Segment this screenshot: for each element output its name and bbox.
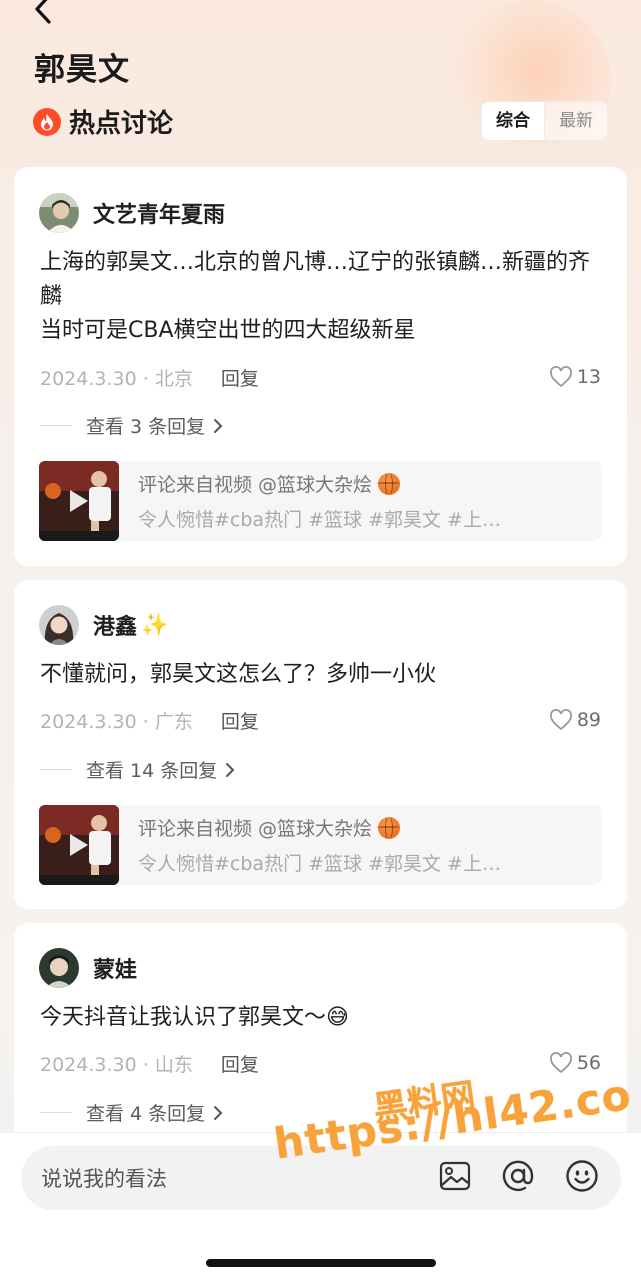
comment-text: 今天抖音让我认识了郭昊文～ [40, 1005, 327, 1030]
divider [40, 769, 72, 770]
like-count: 89 [576, 709, 601, 731]
section-title: 热点讨论 [69, 109, 174, 139]
avatar[interactable] [39, 193, 79, 233]
username[interactable]: 港鑫 [93, 609, 137, 641]
comment-user[interactable]: 港鑫 ✨ [39, 605, 168, 645]
video-tags: 令人惋惜#cba热门 #篮球 #郭昊文 #上… [138, 853, 501, 875]
view-replies-button[interactable]: 查看 4 条回复 [40, 1099, 225, 1126]
username[interactable]: 文艺青年夏雨 [93, 197, 225, 229]
video-source: 评论来自视频 @篮球大杂烩 [138, 474, 373, 496]
sort-tab-comprehensive[interactable]: 综合 [482, 102, 545, 140]
video-source-line: 评论来自视频 @篮球大杂烩 [138, 470, 568, 497]
like-button[interactable]: 13 [549, 366, 601, 388]
comment-card: 港鑫 ✨ 不懂就问，郭昊文这怎么了？多帅一小伙 2024.3.30 · 广东 回… [14, 580, 627, 909]
heart-icon [549, 709, 572, 731]
comment-card: 文艺青年夏雨 上海的郭昊文…北京的曾凡博…辽宁的张镇麟…新疆的齐麟 当时可是CB… [14, 167, 627, 566]
comment-text-line: 今天抖音让我认识了郭昊文～😅 [40, 1001, 607, 1035]
basketball-emoji [377, 472, 401, 496]
divider [40, 1112, 72, 1113]
comment-meta: 2024.3.30 · 北京 回复 13 [40, 362, 601, 392]
video-info: 评论来自视频 @篮球大杂烩 令人惋惜#cba热门 #篮球 #郭昊文 #上… [138, 814, 568, 876]
divider [40, 425, 72, 426]
reply-button[interactable]: 回复 [221, 364, 259, 391]
heart-icon [549, 1052, 572, 1074]
video-thumbnail[interactable] [39, 461, 119, 541]
like-button[interactable]: 56 [549, 1052, 601, 1074]
video-info: 评论来自视频 @篮球大杂烩 令人惋惜#cba热门 #篮球 #郭昊文 #上… [138, 470, 568, 532]
sweat-smile-emoji: 😅 [326, 1005, 349, 1030]
view-replies-label: 查看 14 条回复 [86, 760, 218, 782]
sort-tab-latest[interactable]: 最新 [545, 102, 607, 140]
view-replies-button[interactable]: 查看 3 条回复 [40, 412, 225, 439]
username[interactable]: 蒙娃 [93, 952, 137, 984]
date-location: 2024.3.30 · 广东 [40, 710, 193, 733]
video-source-line: 评论来自视频 @篮球大杂烩 [138, 814, 568, 841]
comment-meta: 2024.3.30 · 山东 回复 56 [40, 1048, 601, 1078]
video-thumbnail[interactable] [39, 805, 119, 885]
heart-icon [549, 366, 572, 388]
source-video-card[interactable]: 评论来自视频 @篮球大杂烩 令人惋惜#cba热门 #篮球 #郭昊文 #上… [39, 461, 602, 541]
comment-input-placeholder: 说说我的看法 [41, 1167, 167, 1191]
back-button[interactable] [28, 0, 58, 24]
chevron-right-icon [211, 1104, 225, 1122]
comment-user[interactable]: 蒙娃 [39, 948, 137, 988]
sparkle-icon: ✨ [141, 612, 169, 638]
avatar[interactable] [39, 948, 79, 988]
chevron-left-icon [35, 0, 51, 24]
source-video-card[interactable]: 评论来自视频 @篮球大杂烩 令人惋惜#cba热门 #篮球 #郭昊文 #上… [39, 805, 602, 885]
home-indicator [206, 1259, 436, 1267]
chevron-right-icon [223, 761, 237, 779]
video-tags: 令人惋惜#cba热门 #篮球 #郭昊文 #上… [138, 509, 501, 531]
view-replies-label: 查看 4 条回复 [86, 1103, 206, 1125]
like-count: 13 [576, 366, 601, 388]
comment-user[interactable]: 文艺青年夏雨 [39, 193, 225, 233]
sort-toggle: 综合 最新 [481, 101, 608, 141]
composer-actions [439, 1159, 599, 1197]
view-replies-button[interactable]: 查看 14 条回复 [40, 756, 237, 783]
reply-button[interactable]: 回复 [221, 1050, 259, 1077]
emoji-icon[interactable] [565, 1159, 599, 1197]
reply-button[interactable]: 回复 [221, 707, 259, 734]
like-button[interactable]: 89 [549, 709, 601, 731]
image-icon[interactable] [439, 1161, 471, 1195]
comment-meta: 2024.3.30 · 广东 回复 89 [40, 705, 601, 735]
section-header: 热点讨论 [33, 103, 173, 140]
at-icon[interactable] [501, 1159, 535, 1197]
date-location: 2024.3.30 · 北京 [40, 367, 193, 390]
like-count: 56 [576, 1052, 601, 1074]
page-title: 郭昊文 [34, 52, 130, 88]
view-replies-label: 查看 3 条回复 [86, 416, 206, 438]
basketball-emoji [377, 816, 401, 840]
chevron-right-icon [211, 417, 225, 435]
video-source: 评论来自视频 @篮球大杂烩 [138, 818, 373, 840]
comment-text: 不懂就问，郭昊文这怎么了？多帅一小伙 [40, 662, 437, 687]
fire-icon [33, 107, 61, 136]
comment-text: 上海的郭昊文…北京的曾凡博…辽宁的张镇麟…新疆的齐麟 当时可是CBA横空出世的四… [40, 250, 591, 343]
date-location: 2024.3.30 · 山东 [40, 1053, 193, 1076]
avatar[interactable] [39, 605, 79, 645]
